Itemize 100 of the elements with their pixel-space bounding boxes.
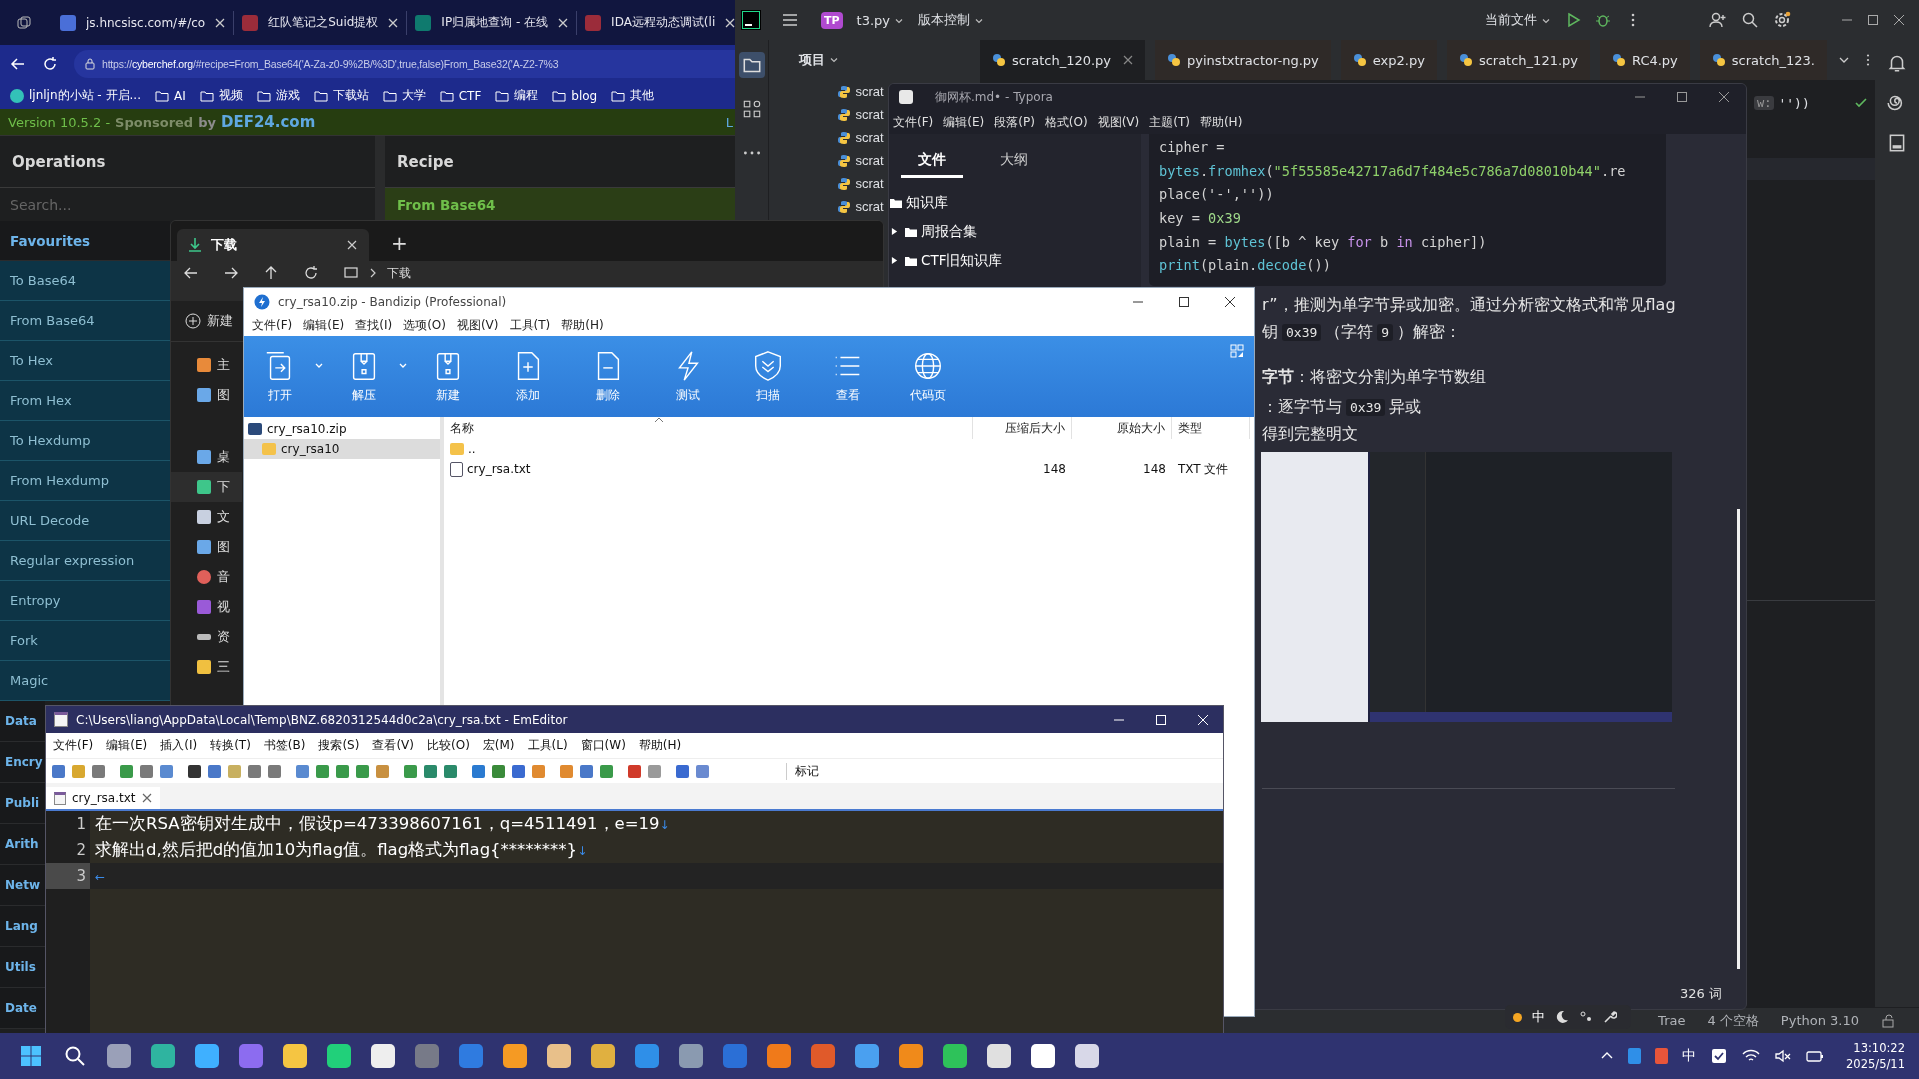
- scrollbar[interactable]: [1737, 509, 1740, 969]
- layout-icon[interactable]: [1230, 344, 1244, 358]
- close-icon[interactable]: [1893, 14, 1905, 26]
- app-icon[interactable]: [371, 1044, 395, 1068]
- file-item[interactable]: scrat: [769, 172, 887, 195]
- tree-item[interactable]: 周报合集: [889, 217, 1141, 246]
- operation-item[interactable]: To Base64: [0, 261, 170, 301]
- clock[interactable]: 13:10:22 2025/5/11: [1846, 1040, 1905, 1072]
- panel-title[interactable]: 项目: [799, 51, 840, 69]
- add-user-icon[interactable]: [1709, 11, 1727, 29]
- bookmark[interactable]: 视频: [199, 87, 243, 104]
- bookmark[interactable]: 其他: [611, 87, 655, 104]
- toolbar-button[interactable]: 查看: [814, 340, 882, 413]
- maximize-icon[interactable]: [1178, 295, 1190, 308]
- menu-item[interactable]: 查找(I): [355, 317, 393, 334]
- browser-tab[interactable]: 红队笔记之Suid提权: [234, 10, 408, 35]
- close-icon[interactable]: [1224, 295, 1236, 308]
- bookmark[interactable]: 下载站: [313, 87, 369, 104]
- editor-tab[interactable]: scratch_120.py: [979, 40, 1146, 80]
- toolbar-button[interactable]: 添加: [494, 340, 562, 413]
- breadcrumb-item[interactable]: 下载: [387, 265, 411, 281]
- menu-item[interactable]: 选项(O): [403, 317, 446, 334]
- address-field[interactable]: https://cyberchef.org/#recipe=From_Base64('A-Za-z0-9%2B/%3D',true,false)From_Base32('A-Z2-7%3: [74, 49, 735, 78]
- app-icon[interactable]: [107, 1044, 131, 1068]
- operation-item[interactable]: To Hex: [0, 341, 170, 381]
- menu-item[interactable]: 工具(T): [509, 317, 551, 334]
- category-header[interactable]: Favourites: [0, 221, 170, 261]
- operation-item[interactable]: Regular expression: [0, 541, 170, 581]
- column-header[interactable]: 名称: [444, 417, 973, 439]
- file-item[interactable]: scrat: [769, 195, 887, 218]
- new-tab-button[interactable]: +: [391, 229, 408, 261]
- nav-item[interactable]: 文: [171, 502, 242, 532]
- link[interactable]: L: [725, 114, 735, 130]
- app-icon[interactable]: [1031, 1044, 1055, 1068]
- document-tab[interactable]: cry_rsa.txt: [46, 787, 160, 809]
- toolbar-button[interactable]: 打开: [246, 340, 314, 413]
- expand-arrow-icon[interactable]: [891, 228, 898, 235]
- menu-item[interactable]: 插入(I): [160, 737, 198, 754]
- status-item[interactable]: Trae: [1658, 1013, 1686, 1028]
- up-icon[interactable]: [263, 265, 279, 281]
- app-icon[interactable]: [151, 1044, 175, 1068]
- tree-item[interactable]: cry_rsa10: [244, 439, 440, 459]
- menu-item[interactable]: 转换(T): [210, 737, 251, 754]
- operation-item[interactable]: Magic: [0, 661, 170, 701]
- app-icon[interactable]: [591, 1044, 615, 1068]
- file-item[interactable]: scrat: [769, 149, 887, 172]
- moon-icon[interactable]: [1555, 1010, 1569, 1024]
- bookmark[interactable]: 游戏: [256, 87, 300, 104]
- nav-item[interactable]: 视: [171, 592, 242, 622]
- reload-icon[interactable]: [42, 55, 58, 72]
- file-item[interactable]: scrat: [769, 80, 887, 103]
- category-header[interactable]: Utils: [0, 947, 45, 988]
- status-item[interactable]: Python 3.10: [1780, 1013, 1859, 1028]
- column-header[interactable]: 原始大小: [1072, 417, 1172, 439]
- nav-item[interactable]: 音: [171, 562, 242, 592]
- editor-tab[interactable]: scratch_121.py: [1446, 40, 1590, 80]
- reload-icon[interactable]: [303, 265, 319, 281]
- bookmark[interactable]: ljnljn的小站 - 开启...: [10, 87, 141, 104]
- toolbar-button[interactable]: 新建: [414, 340, 482, 413]
- app-icon[interactable]: [1628, 1048, 1642, 1064]
- menu-item[interactable]: 视图(V): [456, 317, 499, 334]
- input-mode[interactable]: 中: [1532, 1008, 1545, 1026]
- close-icon[interactable]: [141, 793, 152, 803]
- nav-item[interactable]: 图: [171, 380, 242, 410]
- toolbar-button[interactable]: 代码页: [894, 340, 962, 413]
- menu-item[interactable]: 主题(T): [1149, 113, 1190, 131]
- wrench-icon[interactable]: [1603, 1010, 1617, 1024]
- bookmark[interactable]: blog: [552, 88, 598, 103]
- bookmark[interactable]: CTF: [439, 88, 482, 103]
- menu-icon[interactable]: [781, 11, 799, 29]
- editor-tab[interactable]: RC4.py: [1600, 40, 1690, 80]
- menu-item[interactable]: 编辑(E): [106, 737, 148, 754]
- nav-item[interactable]: 主: [171, 350, 242, 380]
- menu-item[interactable]: 书签(B): [263, 737, 306, 754]
- nav-item[interactable]: 桌: [171, 442, 242, 472]
- new-button[interactable]: 新建: [185, 312, 233, 330]
- browser-tab[interactable]: IP归属地查询 - 在线: [407, 10, 578, 35]
- column-header[interactable]: 压缩后大小: [973, 417, 1072, 439]
- app-icon[interactable]: [283, 1044, 307, 1068]
- input-mode[interactable]: 中: [1682, 1047, 1697, 1065]
- menu-item[interactable]: 视图(V): [1097, 113, 1140, 131]
- menu-item[interactable]: 宏(M): [482, 737, 515, 754]
- nav-item[interactable]: 图: [171, 532, 242, 562]
- app-icon[interactable]: [767, 1044, 791, 1068]
- menu-item[interactable]: 段落(P): [994, 113, 1035, 131]
- category-header[interactable]: Netw: [0, 865, 45, 906]
- tree-item[interactable]: 知识库: [889, 188, 1141, 217]
- app-icon[interactable]: [943, 1044, 967, 1068]
- category-header[interactable]: Date: [0, 988, 45, 1029]
- operation-item[interactable]: From Hex: [0, 381, 170, 421]
- tree-item[interactable]: cry_rsa10.zip: [244, 419, 440, 439]
- run-config-selector[interactable]: 当前文件: [1485, 11, 1551, 29]
- category-header[interactable]: Publi: [0, 783, 45, 824]
- category-header[interactable]: Encry: [0, 742, 45, 783]
- toolbar-button[interactable]: 删除: [574, 340, 642, 413]
- app-icon[interactable]: [327, 1044, 351, 1068]
- editor-tab[interactable]: exp2.py: [1340, 40, 1437, 80]
- forward-icon[interactable]: [223, 265, 239, 281]
- menu-item[interactable]: 工具(L): [527, 737, 568, 754]
- menu-item[interactable]: 帮助(H): [1199, 113, 1243, 131]
